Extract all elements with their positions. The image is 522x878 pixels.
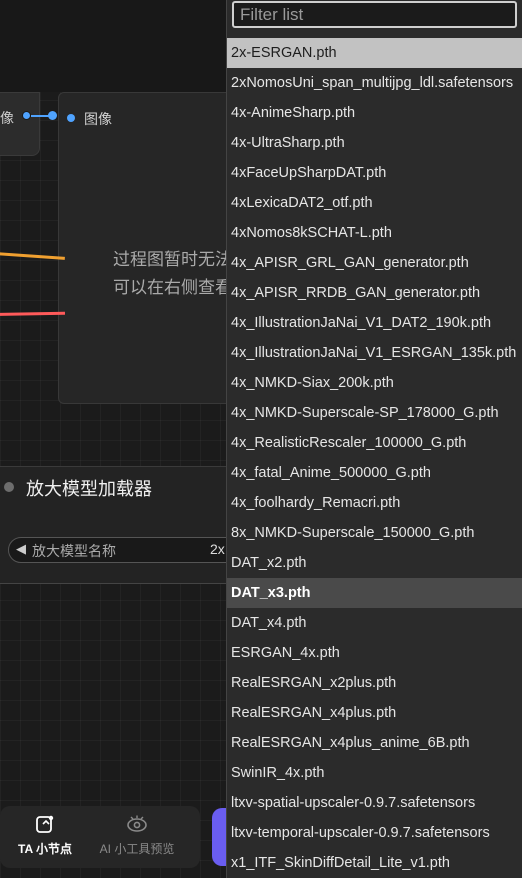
model-list-item[interactable]: ltxv-spatial-upscaler-0.9.7.safetensors [227,788,522,818]
model-list-item[interactable]: DAT_x3.pth [227,578,522,608]
model-name-value: 2x [210,541,225,557]
model-name-label: 放大模型名称 [32,543,116,559]
model-list-item[interactable]: 2xNomosUni_span_multijpg_ldl.safetensors [227,68,522,98]
model-list-item[interactable]: 4x-UltraSharp.pth [227,128,522,158]
ta-node-label: TA 小节点 [18,842,72,856]
model-list-item[interactable]: 4x_NMKD-Siax_200k.pth [227,368,522,398]
preview-message-line-1: 过程图暂时无法 [113,250,232,269]
preview-message: 过程图暂时无法 可以在右侧查看 [82,246,232,302]
model-list-item[interactable]: SwinIR_4x.pth [227,758,522,788]
model-list-item[interactable]: x1_ITF_SkinDiffDetail_Lite_v1.pth [227,848,522,878]
model-list-item[interactable]: 4x_APISR_RRDB_GAN_generator.pth [227,278,522,308]
model-list-item[interactable]: 4xNomos8kSCHAT-L.pth [227,218,522,248]
model-list-item[interactable]: 4x_foolhardy_Remacri.pth [227,488,522,518]
output-socket[interactable] [22,111,31,120]
model-list-item[interactable]: 4x_IllustrationJaNai_V1_ESRGAN_135k.pth [227,338,522,368]
model-list-item[interactable]: 4x_APISR_GRL_GAN_generator.pth [227,248,522,278]
source-output-label: 像 [0,110,14,126]
ai-tool-preview-label: AI 小工具预览 [99,842,175,856]
model-list-item[interactable]: 4xFaceUpSharpDAT.pth [227,158,522,188]
ta-node-button[interactable]: TA 小节点 [0,814,90,857]
model-dropdown: 2x-ESRGAN.pth2xNomosUni_span_multijpg_ld… [226,0,522,878]
loader-node-title: 放大模型加载器 [26,479,152,499]
model-list: 2x-ESRGAN.pth 2xNomosUni_span_multijpg_ld… [227,38,522,878]
preview-input-socket[interactable] [67,114,75,122]
pink-wire [0,311,66,316]
model-list-item[interactable]: 4x_NMKD-Superscale-SP_178000_G.pth [227,398,522,428]
model-list-item[interactable]: 2x-ESRGAN.pth [227,38,522,68]
reroute-socket[interactable] [48,111,57,120]
model-list-item[interactable]: 4xLexicaDAT2_otf.pth [227,188,522,218]
model-list-item[interactable]: 8x_NMKD-Superscale_150000_G.pth [227,518,522,548]
model-list-item[interactable]: ltxv-temporal-upscaler-0.9.7.safetensors [227,818,522,848]
filter-list-input[interactable] [232,1,517,28]
model-list-item[interactable]: 4x_fatal_Anime_500000_G.pth [227,458,522,488]
model-list-item[interactable]: 4x-AnimeSharp.pth [227,98,522,128]
orange-wire [0,252,65,260]
eye-icon [92,814,182,838]
workflow-canvas[interactable]: 像 图像 过程图暂时无法 可以在右侧查看 放大模型加载器 ◀ 放大模型名称 2x… [0,0,232,878]
model-list-item[interactable]: RealESRGAN_x4plus.pth [227,698,522,728]
ai-tool-preview-button[interactable]: AI 小工具预览 [92,814,182,857]
model-list-item[interactable]: DAT_x2.pth [227,548,522,578]
preview-message-line-2: 可以在右侧查看 [113,278,232,297]
model-list-item[interactable]: RealESRGAN_x2plus.pth [227,668,522,698]
node-status-dot [4,482,14,492]
model-list-item[interactable]: DAT_x4.pth [227,608,522,638]
arrow-left-icon[interactable]: ◀ [16,541,26,557]
node-card-icon [0,814,90,838]
model-list-item[interactable]: 4x_RealisticRescaler_100000_G.pth [227,428,522,458]
model-list-item[interactable]: ESRGAN_4x.pth [227,638,522,668]
preview-input-label: 图像 [84,111,112,127]
canvas-top-area [0,0,232,92]
model-list-item[interactable]: RealESRGAN_x4plus_anime_6B.pth [227,728,522,758]
model-list-item[interactable]: 4x_IllustrationJaNai_V1_DAT2_190k.pth [227,308,522,338]
